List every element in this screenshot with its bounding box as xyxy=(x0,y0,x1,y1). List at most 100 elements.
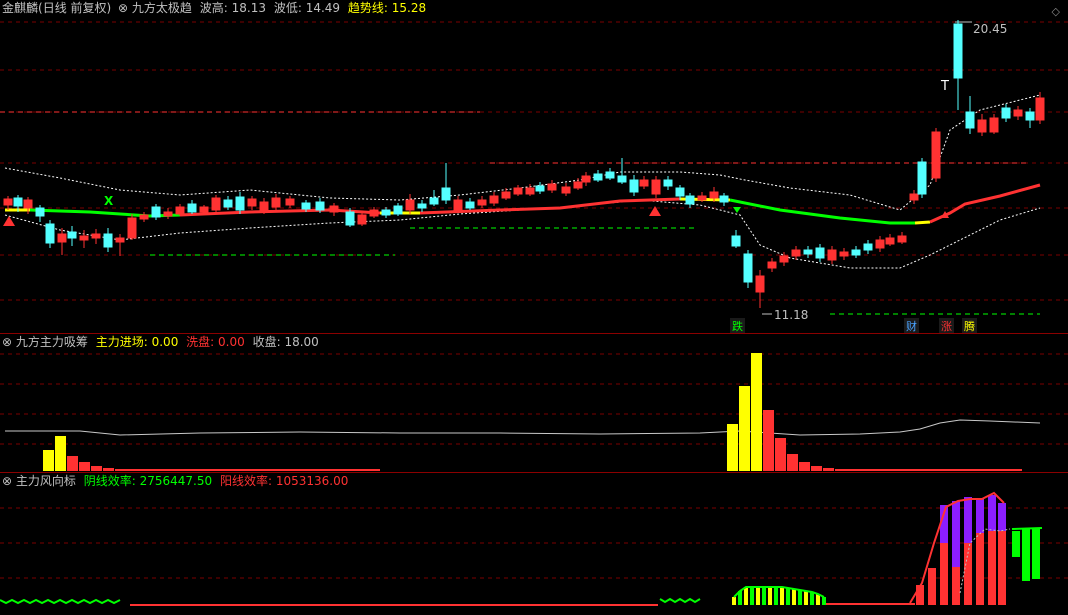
candle-body xyxy=(103,233,113,248)
candle-body xyxy=(417,203,427,209)
candle-body-fill xyxy=(582,176,590,182)
candle-body-fill xyxy=(526,188,534,194)
marker-t: T xyxy=(941,79,949,94)
close-line xyxy=(5,419,1041,436)
wind-bar xyxy=(780,587,784,605)
candle-body xyxy=(675,187,685,197)
candle-body xyxy=(617,175,627,183)
candle-body-fill xyxy=(164,212,172,216)
wind-bar xyxy=(810,592,814,605)
candle-body-fill xyxy=(910,194,918,200)
wind-bar xyxy=(976,533,984,605)
candle-body-fill xyxy=(898,236,906,242)
accumulation-bar xyxy=(103,468,114,471)
price-chart xyxy=(0,20,1068,315)
candle-body xyxy=(803,249,813,255)
candle-body-fill xyxy=(128,218,136,238)
candle-body xyxy=(535,185,545,192)
candle-body xyxy=(315,201,325,211)
candle-body xyxy=(743,253,753,283)
candle-body xyxy=(663,179,673,187)
candle-body-fill xyxy=(286,199,294,205)
accumulation-bar xyxy=(55,436,66,471)
candle-body xyxy=(965,111,975,129)
accumulation-bar xyxy=(751,353,762,471)
candle-body-fill xyxy=(490,196,498,203)
candle-body xyxy=(851,249,861,256)
accumulation-bar xyxy=(727,424,738,471)
peak-price-label: 20.45 xyxy=(973,22,1008,36)
candle-body-fill xyxy=(514,188,522,194)
candle-body xyxy=(731,235,741,247)
accumulation-bar xyxy=(739,386,750,471)
candle-body-fill xyxy=(58,234,66,242)
wind-bar xyxy=(964,497,972,543)
wind-bar xyxy=(998,503,1006,531)
candle-body xyxy=(605,171,615,179)
candle-body-fill xyxy=(80,236,88,240)
candle-body-fill xyxy=(212,198,220,210)
marker-x: X xyxy=(104,194,114,208)
wind-bar xyxy=(940,543,948,605)
candle-body-fill xyxy=(272,198,280,207)
candle-body-fill xyxy=(932,132,940,178)
candle-body-fill xyxy=(990,118,998,132)
candle-body xyxy=(381,209,391,216)
wind-vane-chart xyxy=(0,491,1068,606)
badge-die: 跌 xyxy=(730,318,745,334)
candle-body-fill xyxy=(698,196,706,200)
candle-body-fill xyxy=(1036,98,1044,120)
candle-body-fill xyxy=(768,262,776,268)
candle-body-fill xyxy=(828,250,836,260)
candle-body-fill xyxy=(978,120,986,132)
trend-line xyxy=(914,220,931,225)
wind-bar xyxy=(744,587,748,605)
wind-vane-panel[interactable]: ⊗ 主力风向标 阴线效率: 2756447.50 阳线效率: 1053136.0… xyxy=(0,473,1068,615)
candle-body-fill xyxy=(548,184,556,190)
candle-body-fill xyxy=(1014,110,1022,116)
badge-zhang: 涨 xyxy=(939,318,954,334)
wind-bar xyxy=(928,568,936,605)
candle-body xyxy=(1025,111,1035,121)
accumulation-bar xyxy=(811,466,822,471)
candle-body-fill xyxy=(92,234,100,238)
candle-body-fill xyxy=(574,182,582,188)
accumulation-bar xyxy=(67,456,78,471)
wind-bar xyxy=(762,587,766,605)
wind-bar xyxy=(952,501,960,567)
wind-bar xyxy=(774,587,778,605)
candle-body-fill xyxy=(116,238,124,242)
candle-body-fill xyxy=(24,200,32,208)
wind-bar xyxy=(1012,531,1020,557)
wind-bar xyxy=(768,587,772,605)
wind-bar xyxy=(988,495,996,531)
candle-body-fill xyxy=(640,180,648,186)
candle-body-fill xyxy=(886,238,894,244)
candle-body xyxy=(685,195,695,205)
accumulation-bar xyxy=(799,462,810,471)
candle-body-fill xyxy=(370,210,378,216)
candle-body xyxy=(1001,107,1011,119)
candle-body-fill xyxy=(562,187,570,193)
wind-bar xyxy=(798,590,802,605)
accumulation-panel[interactable]: ⊗ 九方主力吸筹 主力进场: 0.00 洗盘: 0.00 收盘: 18.00 xyxy=(0,334,1068,472)
accumulation-bar xyxy=(115,469,126,471)
candle-body-fill xyxy=(176,207,184,214)
accumulation-bar xyxy=(79,462,90,471)
candle-body xyxy=(45,223,55,244)
candle-body xyxy=(429,197,439,205)
wind-bar xyxy=(756,587,760,605)
trend-line xyxy=(729,198,915,225)
candle-body xyxy=(13,197,23,207)
wind-line xyxy=(0,598,121,605)
trough-price-label: 11.18 xyxy=(774,308,809,322)
wind-bar xyxy=(1022,529,1030,581)
candle-body xyxy=(345,211,355,226)
accumulation-bar xyxy=(775,438,786,471)
candle-body xyxy=(235,196,245,211)
wind-bar xyxy=(822,597,826,605)
badge-cai: 财 xyxy=(904,318,919,334)
main-chart-panel[interactable]: 金麒麟(日线 前复权) ⊗ 九方太极趋 波高: 18.13 波低: 14.49 … xyxy=(0,0,1068,334)
wind-bar xyxy=(804,591,808,605)
candle-body xyxy=(593,173,603,181)
